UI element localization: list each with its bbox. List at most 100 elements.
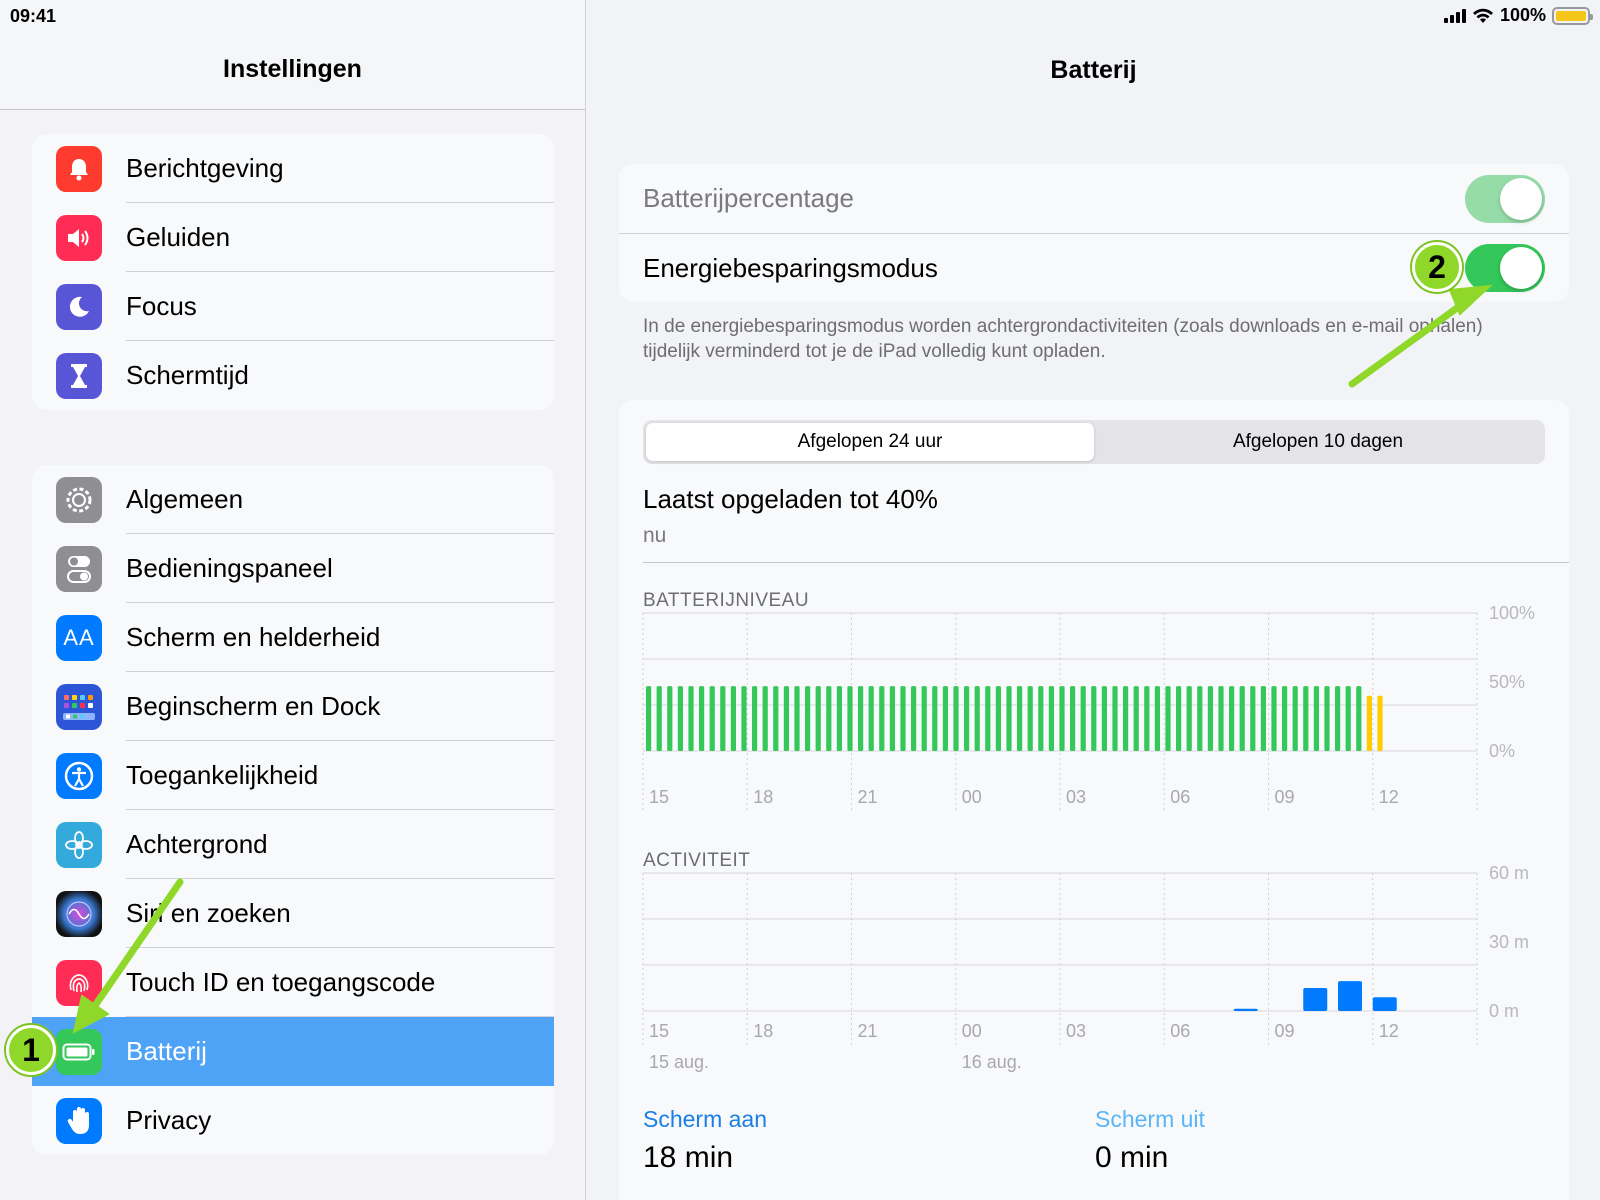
battery-level-bar	[1282, 686, 1288, 751]
battery-level-bar	[1345, 686, 1351, 751]
battery-level-bar	[1038, 686, 1044, 751]
sidebar-item-geluiden[interactable]: Geluiden	[32, 203, 554, 272]
battery-level-bar	[688, 686, 694, 751]
battery-level-bar	[847, 686, 853, 751]
battery-level-bar	[709, 686, 715, 751]
battery-level-bar	[1239, 686, 1245, 751]
battery-level-chart: 15 18 21 00 03 06 09 12 100% 50% 0%	[642, 605, 1535, 813]
y-tick-label: 60 m	[1489, 865, 1529, 883]
sidebar-item-batterij[interactable]: Batterij	[32, 1017, 554, 1086]
battery-level-bar	[1366, 695, 1372, 751]
low-power-mode-toggle[interactable]	[1465, 244, 1545, 292]
battery-level-bar	[1271, 686, 1277, 751]
battery-level-bar	[1133, 686, 1139, 751]
home-grid-icon	[56, 683, 102, 730]
battery-level-bar	[1313, 686, 1319, 751]
divider	[643, 562, 1569, 563]
battery-level-bar	[964, 686, 970, 751]
low-power-mode-label: Energiebesparingsmodus	[643, 252, 938, 283]
sidebar-item-touch-id[interactable]: Touch ID en toegangscode	[32, 948, 554, 1017]
status-time: 09:41	[10, 6, 57, 26]
sidebar-item-privacy[interactable]: Privacy	[32, 1086, 554, 1155]
x-tick-label: 03	[1066, 1021, 1086, 1041]
accessibility-icon	[56, 752, 102, 799]
battery-level-bar	[1335, 686, 1341, 751]
battery-level-bar	[752, 686, 758, 751]
segment-last-10-days[interactable]: Afgelopen 10 dagen	[1094, 423, 1542, 461]
battery-level-bar	[974, 686, 980, 751]
battery-level-bar	[1027, 686, 1033, 751]
bell-icon	[56, 145, 102, 192]
sidebar-item-label: Privacy	[126, 1105, 212, 1135]
sidebar-item-label: Beginscherm en Dock	[126, 672, 554, 741]
battery-level-bar	[1176, 686, 1182, 751]
sidebar-item-label: Algemeen	[126, 465, 554, 534]
activity-bar	[1233, 1008, 1258, 1011]
sidebar-item-beginscherm-en-dock[interactable]: Beginscherm en Dock	[32, 672, 554, 741]
x-tick-label: 15	[649, 787, 669, 807]
sidebar-title: Instellingen	[223, 55, 362, 83]
cellular-signal-icon	[1443, 8, 1466, 23]
battery-level-bar	[794, 686, 800, 751]
battery-level-bar	[889, 686, 895, 751]
sidebar-item-label: Touch ID en toegangscode	[126, 948, 554, 1017]
x-tick-label: 12	[1379, 1021, 1399, 1041]
battery-level-bar	[677, 686, 683, 751]
sidebar-item-label: Achtergrond	[126, 810, 554, 879]
battery-level-bar	[805, 686, 811, 751]
sidebar-item-achtergrond[interactable]: Achtergrond	[32, 810, 554, 879]
activity-bar	[1338, 981, 1362, 1011]
hourglass-icon	[56, 352, 102, 399]
x-tick-label: 06	[1170, 1021, 1190, 1041]
sidebar-item-label: Toegankelijkheid	[126, 741, 554, 810]
battery-level-bar	[879, 686, 885, 751]
battery-level-bar	[953, 686, 959, 751]
sidebar-item-berichtgeving[interactable]: Berichtgeving	[32, 134, 554, 203]
battery-level-bar	[762, 686, 768, 751]
battery-level-bar	[1101, 686, 1107, 751]
segment-last-24-hours[interactable]: Afgelopen 24 uur	[646, 423, 1094, 461]
x-tick-label: 06	[1170, 787, 1190, 807]
sidebar-item-focus[interactable]: Focus	[32, 272, 554, 341]
battery-level-bar	[1059, 686, 1065, 751]
sidebar-item-toegankelijkheid[interactable]: Toegankelijkheid	[32, 741, 554, 810]
battery-percentage-toggle[interactable]	[1465, 174, 1545, 223]
x-tick-label: 09	[1275, 787, 1295, 807]
x-tick-label: 21	[858, 1021, 878, 1041]
battery-level-bar	[1260, 686, 1266, 751]
battery-level-bar	[900, 686, 906, 751]
sidebar-item-schermtijd[interactable]: Schermtijd	[32, 341, 554, 410]
battery-level-bar	[1229, 686, 1235, 751]
battery-level-bar	[656, 686, 662, 751]
date-label: 16 aug.	[962, 1052, 1022, 1072]
screen-on-label: Scherm aan	[643, 1106, 768, 1132]
battery-level-bar	[1356, 686, 1362, 751]
y-tick-label: 50%	[1489, 672, 1525, 692]
battery-level-bar	[1144, 686, 1150, 751]
battery-detail-pane: Batterij Batterijpercentage Energiebespa…	[587, 0, 1600, 1200]
sidebar-item-scherm-en-helderheid[interactable]: AA Scherm en helderheid	[32, 603, 554, 672]
toggles-icon	[56, 545, 102, 592]
sidebar-item-label: Bedieningspaneel	[126, 534, 554, 603]
sidebar-item-siri-en-zoeken[interactable]: Siri en zoeken	[32, 879, 554, 948]
settings-sidebar: Instellingen Berichtgeving Geluiden Focu…	[0, 0, 586, 1200]
battery-level-bar	[1197, 686, 1203, 751]
sidebar-item-label: Scherm en helderheid	[126, 603, 554, 672]
battery-level-bar	[773, 686, 779, 751]
sidebar-item-algemeen[interactable]: Algemeen	[32, 465, 554, 534]
battery-level-bar	[1250, 686, 1256, 751]
battery-status-icon	[1552, 6, 1593, 25]
activity-bar	[1372, 997, 1397, 1011]
gear-icon	[56, 476, 102, 523]
battery-usage-card: Afgelopen 24 uur Afgelopen 10 dagen Laat…	[619, 400, 1569, 1200]
battery-level-bar	[1112, 686, 1118, 751]
battery-percent: 100%	[1499, 5, 1546, 25]
settings-group-1: Berichtgeving Geluiden Focus Schermtijd	[32, 134, 554, 410]
screen-off-stat: Scherm uit 0 min	[1095, 1106, 1205, 1175]
sidebar-item-bedieningspaneel[interactable]: Bedieningspaneel	[32, 534, 554, 603]
battery-level-bar	[741, 686, 747, 751]
battery-level-bar	[1377, 695, 1383, 751]
battery-level-bar	[1070, 686, 1076, 751]
sidebar-item-label: Schermtijd	[126, 360, 249, 390]
sidebar-item-label: Batterij	[126, 1036, 207, 1066]
